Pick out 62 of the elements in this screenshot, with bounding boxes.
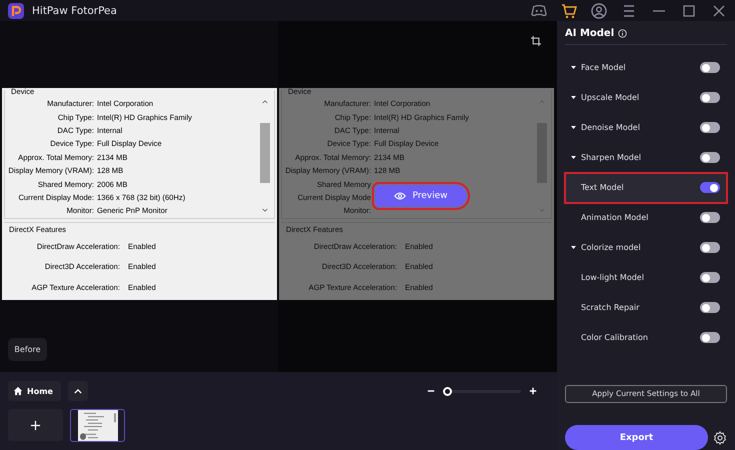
option-label: Text Model bbox=[581, 183, 624, 192]
model-option[interactable]: Color Calibration bbox=[565, 322, 727, 353]
caret-icon[interactable] bbox=[571, 126, 576, 130]
app-logo-icon bbox=[8, 2, 24, 18]
option-label: Low-light Model bbox=[581, 273, 644, 282]
model-option[interactable]: Animation Model bbox=[565, 202, 727, 233]
scrollbar-thumb[interactable] bbox=[537, 123, 547, 183]
maximize-icon[interactable] bbox=[681, 2, 697, 18]
model-option[interactable]: Text Model bbox=[565, 172, 727, 203]
option-label: Animation Model bbox=[581, 213, 648, 222]
info-icon[interactable] bbox=[618, 29, 628, 38]
toggle-switch[interactable] bbox=[700, 92, 720, 104]
toggle-switch[interactable] bbox=[700, 212, 720, 224]
chevron-up-icon bbox=[74, 388, 82, 394]
model-option[interactable]: Colorize model bbox=[565, 232, 727, 263]
cart-icon[interactable] bbox=[561, 2, 577, 18]
option-label: Colorize model bbox=[581, 243, 641, 252]
panel-title: AI Model bbox=[565, 28, 614, 40]
export-button[interactable]: Export bbox=[565, 425, 708, 450]
caret-icon[interactable] bbox=[571, 246, 576, 250]
home-icon bbox=[13, 386, 23, 396]
close-icon[interactable] bbox=[711, 2, 727, 18]
toggle-switch[interactable] bbox=[700, 152, 720, 164]
plus-icon bbox=[30, 420, 41, 430]
eye-icon bbox=[394, 191, 406, 201]
menu-icon[interactable] bbox=[621, 2, 637, 18]
image-thumbnail[interactable] bbox=[70, 409, 125, 442]
toggle-switch[interactable] bbox=[700, 182, 720, 194]
zoom-in-icon[interactable] bbox=[529, 387, 537, 395]
model-option[interactable]: Low-light Model bbox=[565, 262, 727, 293]
toggle-switch[interactable] bbox=[700, 242, 720, 254]
toggle-switch[interactable] bbox=[700, 62, 720, 74]
option-label: Denoise Model bbox=[581, 123, 640, 132]
toggle-switch[interactable] bbox=[700, 332, 720, 344]
option-label: Sharpen Model bbox=[581, 153, 641, 162]
model-option[interactable]: Face Model bbox=[565, 52, 727, 83]
scroll-down-icon[interactable] bbox=[262, 208, 268, 213]
model-option[interactable]: Denoise Model bbox=[565, 112, 727, 143]
toggle-switch[interactable] bbox=[700, 122, 720, 134]
toggle-switch[interactable] bbox=[700, 302, 720, 314]
toggle-switch[interactable] bbox=[700, 272, 720, 284]
option-label: Scratch Repair bbox=[581, 303, 640, 312]
model-option[interactable]: Upscale Model bbox=[565, 82, 727, 113]
option-label: Upscale Model bbox=[581, 93, 640, 102]
caret-icon[interactable] bbox=[571, 96, 576, 100]
caret-icon[interactable] bbox=[571, 156, 576, 160]
account-icon[interactable] bbox=[591, 2, 607, 18]
scrollbar-thumb[interactable] bbox=[260, 123, 270, 183]
option-label: Face Model bbox=[581, 63, 626, 72]
caret-icon[interactable] bbox=[571, 66, 576, 70]
model-option[interactable]: Scratch Repair bbox=[565, 292, 727, 323]
gamepad-icon[interactable] bbox=[531, 2, 547, 18]
before-button[interactable]: Before bbox=[8, 338, 47, 361]
scroll-up-icon[interactable] bbox=[262, 99, 268, 104]
home-button[interactable]: Home bbox=[8, 381, 61, 401]
window-title: HitPaw FotorPea bbox=[32, 4, 117, 16]
crop-icon[interactable] bbox=[531, 36, 541, 46]
model-option[interactable]: Sharpen Model bbox=[565, 142, 727, 173]
collapse-button[interactable] bbox=[68, 381, 88, 401]
option-label: Color Calibration bbox=[581, 333, 648, 342]
preview-button[interactable]: Preview bbox=[375, 185, 467, 207]
settings-icon[interactable] bbox=[713, 430, 727, 444]
